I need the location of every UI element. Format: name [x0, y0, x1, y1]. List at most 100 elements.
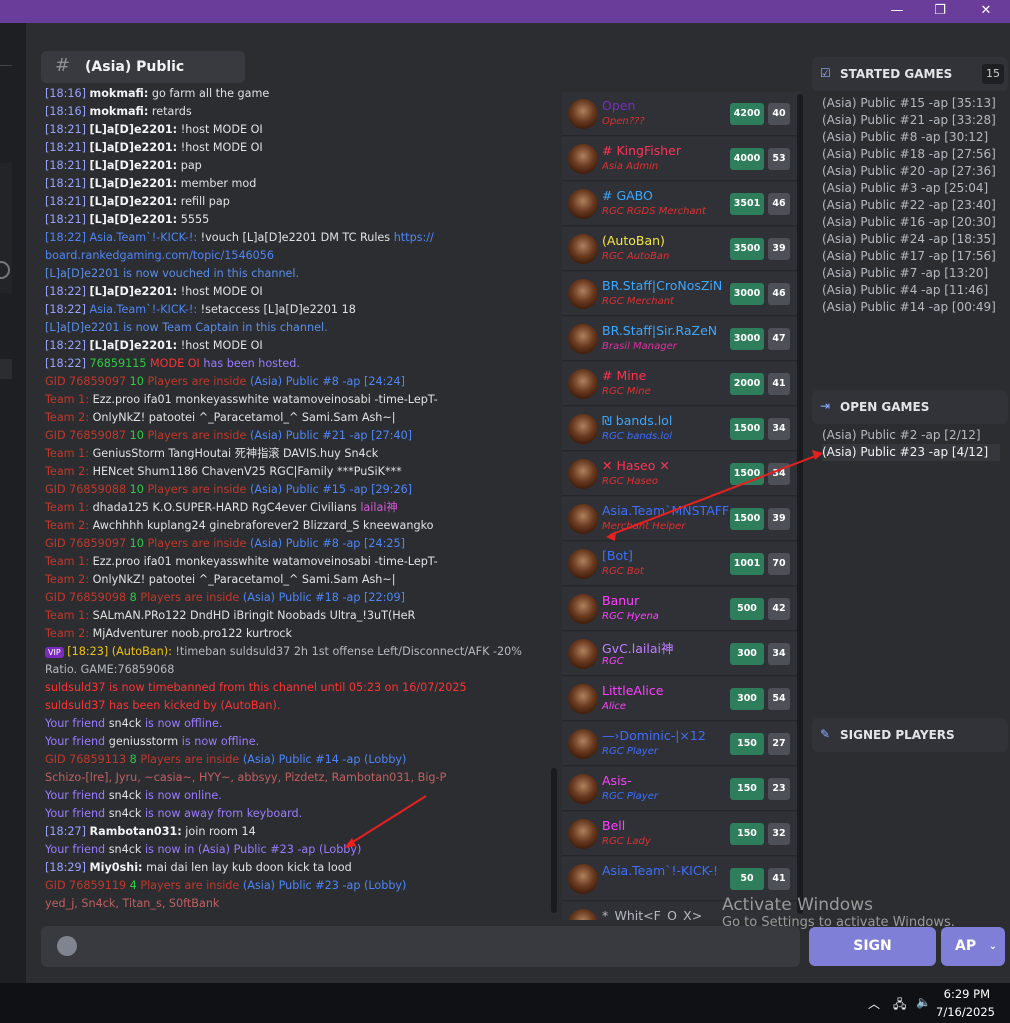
chat-segment[interactable]: (Asia) Public #8 -ap [24:24] — [250, 375, 405, 388]
started-game-item[interactable]: (Asia) Public #24 -ap [18:35] — [822, 231, 996, 248]
chat-segment[interactable]: Asia.Team`!-KICK-!: — [90, 303, 198, 316]
player-row[interactable]: # KingFisher Asia Admin 4000 53 — [562, 137, 802, 181]
chat-segment[interactable]: board.rankedgaming.com/topic/1546056 — [45, 249, 274, 262]
player-row[interactable]: Asia.Team`MNSTAFF Merchant Helper 1500 39 — [562, 497, 802, 541]
chat-segment: 5555 — [177, 213, 210, 226]
chat-segment: [18:21] — [45, 159, 90, 172]
started-game-item[interactable]: (Asia) Public #20 -ap [27:36] — [822, 163, 996, 180]
player-row[interactable]: BR.Staff|Sir.RaZeN Brasil Manager 3000 47 — [562, 317, 802, 361]
chat-segment: !host MODE OI — [177, 141, 263, 154]
player-row[interactable]: ✕ Haseo ✕ RGC Haseo 1500 34 — [562, 452, 802, 496]
channel-header[interactable]: # (Asia) Public — [41, 51, 245, 83]
emoji-icon[interactable] — [57, 936, 77, 956]
network-icon[interactable]: 🖧 — [893, 995, 906, 1016]
chat-line: [18:22] [L]a[D]e2201: !host MODE OI — [45, 337, 263, 355]
started-game-item[interactable]: (Asia) Public #8 -ap [30:12] — [822, 129, 988, 146]
chat-segment: is now away from keyboard. — [141, 807, 303, 820]
player-row[interactable]: GvC.lailai神 RGC 300 34 — [562, 632, 802, 676]
player-row[interactable]: (AutoBan) RGC AutoBan 3500 39 — [562, 227, 802, 271]
chat-segment: GID 76859113 — [45, 753, 130, 766]
started-games-header[interactable]: ☑ STARTED GAMES 15 — [812, 57, 1008, 91]
chat-segment[interactable]: (Asia) Public #21 -ap [27:40] — [250, 429, 412, 442]
player-games-badge: 54 — [768, 688, 790, 710]
sign-button[interactable]: SIGN — [809, 927, 936, 966]
chat-segment: [18:29] — [45, 861, 90, 874]
player-row[interactable]: # GABO RGC RGDS Merchant 3501 46 — [562, 182, 802, 226]
started-game-item[interactable]: (Asia) Public #18 -ap [27:56] — [822, 146, 996, 163]
player-row[interactable]: Bell RGC Lady 150 32 — [562, 812, 802, 856]
started-game-item[interactable]: (Asia) Public #21 -ap [33:28] — [822, 112, 996, 129]
player-games-badge: 41 — [768, 373, 790, 395]
chat-segment[interactable]: (Asia) Public #18 -ap [22:09] — [243, 591, 405, 604]
player-row[interactable]: LittleAlice Alice 300 54 — [562, 677, 802, 721]
volume-icon[interactable]: 🔈 — [916, 995, 931, 1009]
player-role: Asia Admin — [602, 161, 659, 172]
player-row[interactable]: # Mine RGC Mine 2000 41 — [562, 362, 802, 406]
mode-select[interactable]: AP ⌄ — [941, 927, 1005, 966]
clock-date[interactable]: 7/16/2025 — [930, 1005, 995, 1019]
window-titlebar: — ❐ ✕ — [0, 0, 1010, 23]
chat-segment: [18:22] — [45, 357, 90, 370]
close-button[interactable]: ✕ — [964, 0, 1008, 23]
chat-segment: Players are inside — [140, 591, 243, 604]
player-list-scrollbar[interactable] — [797, 94, 803, 914]
player-row[interactable]: —›Dominic-|×12 RGC Player 150 27 — [562, 722, 802, 766]
started-game-item[interactable]: (Asia) Public #17 -ap [17:56] — [822, 248, 996, 265]
chat-segment: Players are inside — [140, 879, 243, 892]
chat-segment[interactable]: (Asia) Public #14 -ap (Lobby) — [243, 753, 407, 766]
open-games-title: OPEN GAMES — [840, 400, 930, 414]
chat-log[interactable]: [18:16] mokmafi: go farm all the game [18… — [41, 86, 551, 914]
avatar — [568, 684, 598, 714]
chat-segment[interactable]: (Asia) Public #23 -ap (Lobby) — [243, 879, 407, 892]
player-role: RGC bands.lol — [602, 431, 673, 442]
player-row[interactable]: BR.Staff|CroNosZiN RGC Merchant 3000 46 — [562, 272, 802, 316]
started-games-count: 15 — [982, 64, 1004, 84]
open-game-item[interactable]: (Asia) Public #2 -ap [2/12] — [822, 427, 981, 444]
signed-players-header[interactable]: ✎ SIGNED PLAYERS — [812, 718, 1008, 752]
player-games-badge: 32 — [768, 823, 790, 845]
open-games-header[interactable]: ⇥ OPEN GAMES — [812, 390, 1008, 424]
clock-time[interactable]: 6:29 PM — [940, 987, 990, 1001]
started-game-item[interactable]: (Asia) Public #7 -ap [13:20] — [822, 265, 988, 282]
chat-segment: !host MODE OI — [177, 339, 263, 352]
avatar — [568, 99, 598, 129]
started-game-item[interactable]: (Asia) Public #4 -ap [11:46] — [822, 282, 988, 299]
player-role: RGC RGDS Merchant — [602, 206, 706, 217]
player-row[interactable]: Banur RGC Hyena 500 42 — [562, 587, 802, 631]
chat-segment: !host MODE OI — [177, 285, 263, 298]
chat-segment: 10 — [129, 483, 148, 496]
started-game-item[interactable]: (Asia) Public #22 -ap [23:40] — [822, 197, 996, 214]
chevron-up-icon[interactable]: ︿ — [868, 995, 880, 1012]
message-input[interactable] — [41, 926, 800, 967]
player-row[interactable]: Asis- RGC Player 150 23 — [562, 767, 802, 811]
chat-segment[interactable]: Asia.Team`!-KICK-!: — [90, 231, 198, 244]
minimize-button[interactable]: — — [875, 0, 919, 23]
player-row[interactable]: Open Open??? 4200 40 — [562, 92, 802, 136]
chat-segment[interactable]: (Asia) Public #8 -ap [24:25] — [250, 537, 405, 550]
started-game-item[interactable]: (Asia) Public #16 -ap [20:30] — [822, 214, 996, 231]
player-score-badge: 150 — [730, 778, 764, 800]
chat-segment: Players are inside — [147, 429, 250, 442]
player-games-badge: 39 — [768, 238, 790, 260]
chat-segment: Team 2: — [45, 465, 90, 478]
left-sidebar — [0, 23, 26, 983]
started-game-item[interactable]: (Asia) Public #3 -ap [25:04] — [822, 180, 988, 197]
chat-segment: Ezz.proo ifa01 monkeyasswhite watamovein… — [89, 393, 438, 406]
chat-scrollbar[interactable] — [551, 94, 557, 914]
chat-segment[interactable]: [18:22] — [45, 231, 90, 244]
started-game-item[interactable]: (Asia) Public #14 -ap [00:49] — [822, 299, 996, 316]
player-row[interactable]: ₪ bands.lol RGC bands.lol 1500 34 — [562, 407, 802, 451]
chat-segment: [18:16] — [45, 87, 90, 100]
open-game-item[interactable]: (Asia) Public #23 -ap [4/12] — [822, 444, 1001, 461]
scrollbar-thumb[interactable] — [551, 768, 557, 913]
chat-line: Schizo-[lre], Jyru, ~casia~, HYY~, abbsy… — [45, 769, 446, 787]
chat-segment: [18:21] — [45, 141, 90, 154]
chat-segment[interactable]: https:// — [394, 231, 434, 244]
chat-line: Team 2: MjAdventurer noob.pro122 kurtroc… — [45, 625, 292, 643]
started-game-item[interactable]: (Asia) Public #15 -ap [35:13] — [822, 95, 996, 112]
chat-segment[interactable]: (Asia) Public #15 -ap [29:26] — [250, 483, 412, 496]
player-list[interactable]: Open Open??? 4200 40 # KingFisher Asia Admin 4… — [562, 92, 802, 920]
player-row[interactable]: [Bot] RGC Bot 1001 70 — [562, 542, 802, 586]
chat-segment: lailai神 — [360, 501, 398, 514]
restore-button[interactable]: ❐ — [918, 0, 962, 23]
